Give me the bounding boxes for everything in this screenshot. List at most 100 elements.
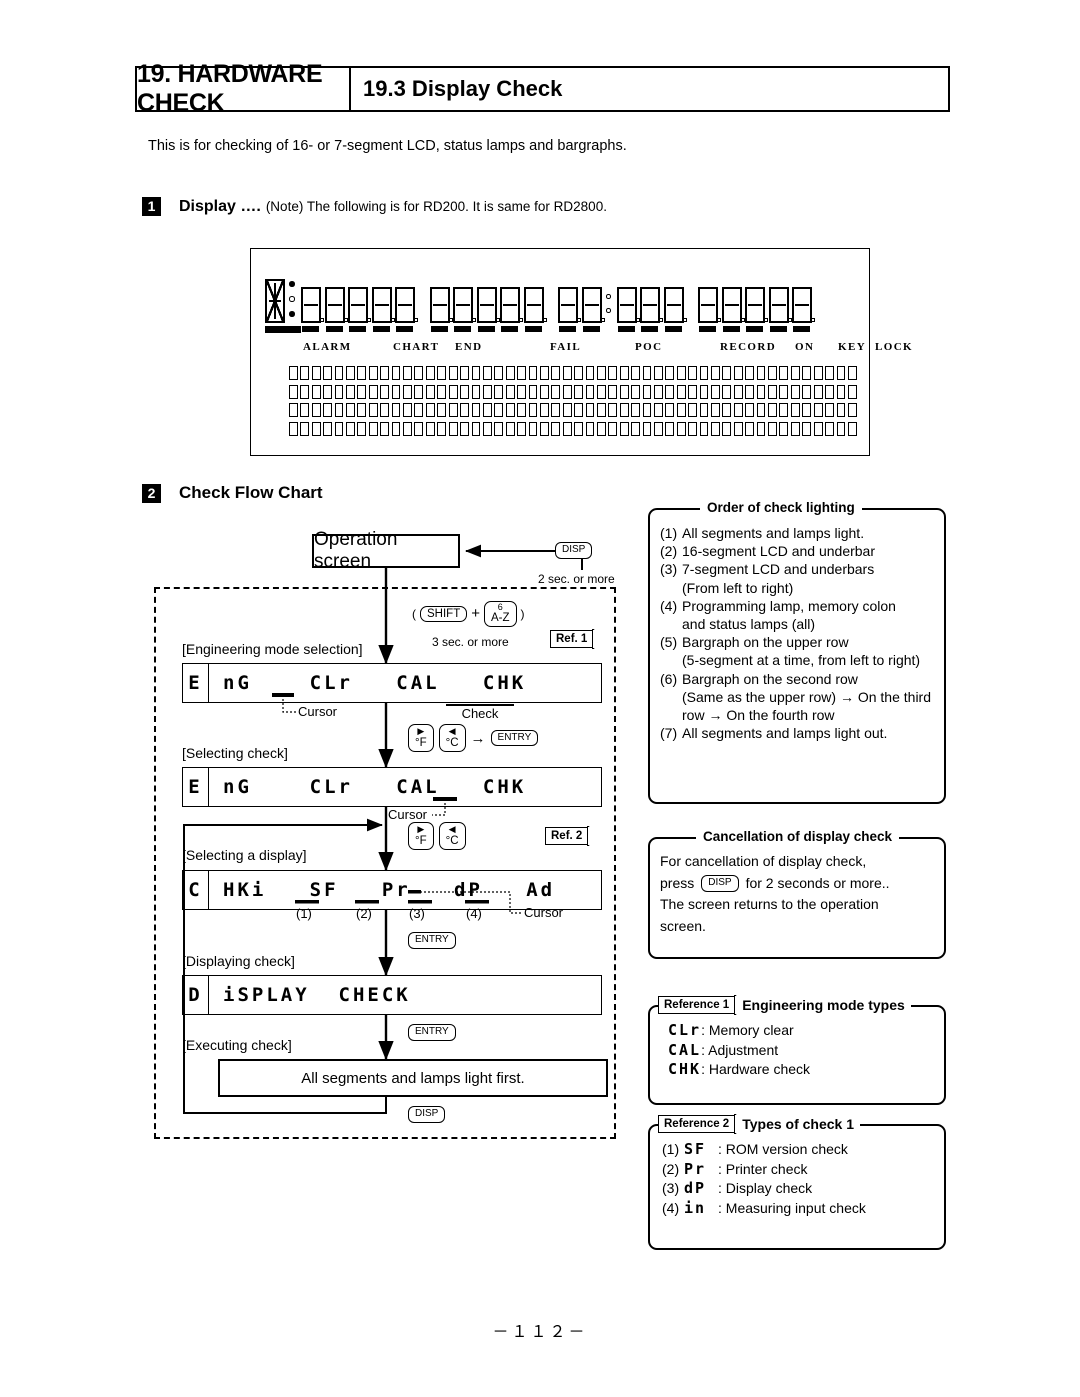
bargraph-cell (619, 403, 629, 417)
entry-key-2[interactable]: ENTRY (408, 932, 456, 949)
disp-key-bottom[interactable]: DISP (408, 1106, 446, 1123)
order-item: (5) Bargraph on the upper row (5-segment a… (660, 633, 934, 669)
bargraph-cell (505, 421, 515, 436)
bargraph-cell (539, 384, 549, 399)
bargraph-cell (642, 384, 652, 399)
bargraph-cell (368, 421, 378, 436)
bargraph-cell (380, 384, 390, 399)
ref2-list: (1) SF: ROM version check (2) Pr: Printer c… (662, 1140, 934, 1218)
ref1-description: : Hardware check (701, 1061, 811, 1077)
bargraph-cell (346, 403, 355, 417)
bargraph-cell (802, 384, 812, 399)
digit-underbar (524, 326, 542, 332)
ref2-row-number: (2) (662, 1160, 680, 1177)
entry-key-3-wrap[interactable]: ENTRY (408, 1021, 456, 1041)
ref1-list: CLr: Memory clear CAL: Adjustment CHK: Har… (668, 1021, 934, 1080)
bargraph-cell (368, 366, 378, 380)
left-arrow-c-key[interactable]: ◀ °C (438, 724, 466, 752)
bargraph-cell (471, 366, 481, 380)
right-arrow-f-key[interactable]: ▶ °F (408, 724, 434, 752)
order-item: (6) Bargraph on the second row (Same as th… (660, 670, 934, 725)
digit-group-1 (301, 287, 419, 323)
bargraph-cell (688, 384, 698, 399)
bargraph-cell (300, 384, 310, 399)
step3-lcd-line: C HKi SF Pr dP Ad (182, 870, 602, 910)
combo-plus-sign: + (471, 605, 480, 623)
bargraph-cell (654, 366, 663, 380)
bargraph-cell (528, 384, 538, 399)
bargraph-cell (460, 384, 469, 399)
left-arrow-c-key-2[interactable]: ◀ °C (438, 822, 466, 850)
entry-key-3[interactable]: ENTRY (408, 1024, 456, 1041)
bargraph-cell (528, 421, 538, 436)
section-title: 19.3 Display Check (363, 76, 563, 101)
bargraph-cell (391, 384, 401, 399)
ref2-row-number: (3) (662, 1180, 680, 1196)
bargraph-cell (414, 366, 424, 380)
bargraph-cell (289, 384, 298, 399)
cancel-line-4: screen. (660, 918, 706, 935)
bargraph-cell (676, 366, 686, 380)
seven-segment-digit (348, 287, 371, 323)
seven-segment-digit (698, 287, 721, 323)
digit-underbar (325, 326, 343, 332)
ref2-description: : Measuring input check (718, 1199, 866, 1216)
bargraph-cell (790, 384, 800, 399)
bargraph-cell (825, 421, 834, 436)
bargraph-cell (847, 421, 857, 436)
disp-key-top[interactable]: DISP (555, 539, 593, 559)
step2-lcd-text: nG CLr CAL CHK (208, 767, 602, 807)
bargraph-cell (745, 421, 755, 436)
reference-2-panel: Reference 2 Types of check 1 (1) SF: ROM … (648, 1114, 946, 1250)
digit-underbar (582, 326, 600, 332)
bargraph-cell (380, 366, 390, 380)
status-label-on: ON (795, 341, 815, 353)
disp-key-label[interactable]: DISP (555, 542, 593, 559)
entry-key-1[interactable]: ENTRY (490, 729, 539, 747)
step3-lcd-text: HKi SF Pr dP Ad (208, 870, 602, 910)
disp-key-inline[interactable]: DISP (701, 875, 739, 892)
bargraph-cell (357, 366, 367, 380)
bargraph-cell (471, 384, 481, 399)
bargraph-cell (311, 403, 321, 417)
entry-key-2-wrap[interactable]: ENTRY (408, 929, 456, 949)
order-item-text: All segments and lamps light. (682, 525, 865, 541)
bargraph-cell (551, 403, 561, 417)
bargraph-cell (334, 366, 344, 380)
step2-lcd-line: E nG CLr CAL CHK (182, 767, 602, 807)
bargraph-cell (551, 366, 561, 380)
bargraph-cell (460, 403, 469, 417)
operation-screen-box: Operation screen (312, 529, 460, 572)
digit-underbar (396, 326, 413, 332)
digit-underbar (430, 326, 448, 332)
bargraph-cell (756, 366, 766, 380)
disp-key-bottom-wrap[interactable]: DISP (408, 1103, 446, 1123)
order-panel-title: Order of check lighting (700, 500, 862, 515)
bargraph-cell (334, 403, 344, 417)
bargraph-cell (482, 421, 492, 436)
right-arrow-f-key-2[interactable]: ▶ °F (408, 822, 434, 850)
bargraph-cell (711, 421, 720, 436)
bargraph-cell (608, 366, 618, 380)
digit-underbar (501, 326, 518, 332)
step3-marker-4: (4) (466, 906, 482, 921)
bargraph-cell (414, 403, 424, 417)
order-item: (3) 7-segment LCD and underbars (From left… (660, 560, 934, 596)
seven-segment-digit (792, 287, 815, 323)
status-label-chart: CHART (393, 341, 440, 353)
bargraph-cell (517, 366, 526, 380)
bargraph-cell (357, 384, 367, 399)
bargraph-cell (688, 403, 698, 417)
order-item-continuation: and status lamps (all) (682, 615, 816, 632)
seven-segment-digit (500, 287, 523, 323)
bargraph-cell (802, 421, 812, 436)
memory-colon-dots-icon (287, 279, 298, 323)
shift-key[interactable]: SHIFT (420, 605, 468, 622)
bargraph-cell (756, 421, 766, 436)
bargraph-cell (631, 384, 640, 399)
bargraph-cell (596, 421, 606, 436)
digit-underbar (722, 326, 740, 332)
bargraph-cell (437, 403, 447, 417)
bargraph-cell (654, 403, 663, 417)
numeric-6-az-key[interactable]: 6 A-Z (484, 601, 517, 627)
